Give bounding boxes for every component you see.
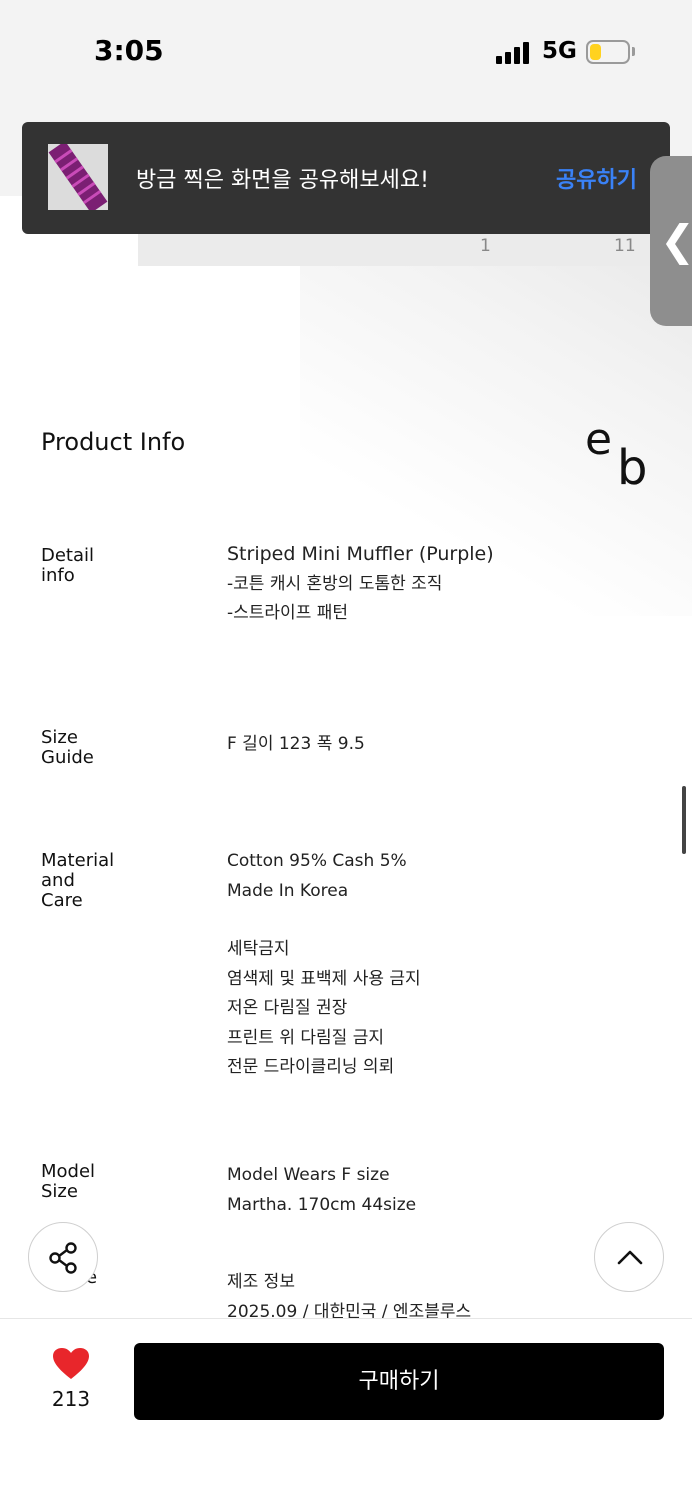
brand-logo: e b <box>585 414 655 498</box>
value-line: 세탁금지 <box>227 939 290 959</box>
screenshot-thumbnail <box>48 144 108 210</box>
value-line: 저온 다림질 권장 <box>227 998 348 1018</box>
battery-icon <box>586 40 630 64</box>
value-line: -코튼 캐시 혼방의 도톰한 조직 <box>227 573 443 594</box>
heart-icon <box>53 1348 89 1379</box>
label-line: Guide <box>41 747 94 768</box>
material-care-label: Material and Care <box>41 851 161 911</box>
tab-count: 11 <box>614 236 636 256</box>
like-count: 213 <box>51 1387 91 1411</box>
detail-info-label: Detail info <box>41 546 161 586</box>
scrollbar[interactable] <box>682 786 686 854</box>
value-line: Martha. 170cm 44size <box>227 1194 417 1215</box>
like-button[interactable]: 213 <box>40 1347 102 1417</box>
value-line: Model Wears F size <box>227 1165 390 1185</box>
battery-level <box>590 44 601 60</box>
label-line: Model <box>41 1161 96 1182</box>
label-line: Size <box>41 1181 78 1202</box>
value-line: 프린트 위 다림질 금지 <box>227 1027 384 1048</box>
share-fab-button[interactable] <box>28 1222 98 1292</box>
material-care-value: Cotton 95% Cash 5% Made In Korea 세탁금지 염색… <box>227 847 667 1083</box>
brand-logo-b: b <box>617 440 648 496</box>
label-line: Detail <box>41 545 95 566</box>
value-line: F 길이 123 폭 9.5 <box>227 734 365 754</box>
share-button[interactable]: 공유하기 <box>556 162 637 194</box>
status-time: 3:05 <box>94 34 164 67</box>
scroll-top-button[interactable] <box>594 1222 664 1292</box>
label-line: info <box>41 565 75 586</box>
value-line: 염색제 및 표백제 사용 금지 <box>227 968 421 989</box>
label-line: and <box>41 870 75 891</box>
chevron-up-icon <box>617 1250 643 1265</box>
chevron-left-icon: ❮ <box>660 216 692 265</box>
value-line: 전문 드라이클리닝 의뢰 <box>227 1057 395 1077</box>
value-spacer <box>227 906 667 935</box>
label-line: Material <box>41 850 115 871</box>
label-line: Care <box>41 890 83 911</box>
tab-count: 1 <box>480 236 491 256</box>
value-line: Made In Korea <box>227 880 349 901</box>
label-line: e <box>86 1267 98 1288</box>
size-guide-label: Size Guide <box>41 728 161 768</box>
share-message: 방금 찍은 화면을 공유해보세요! <box>136 168 429 193</box>
label-line: Size <box>41 727 78 748</box>
share-screenshot-banner[interactable]: 방금 찍은 화면을 공유해보세요! 공유하기 <box>22 122 670 234</box>
side-panel-handle[interactable]: ❮ <box>650 156 692 326</box>
cellular-signal-icon <box>496 42 532 64</box>
share-icon <box>49 1242 77 1274</box>
network-type: 5G <box>542 38 577 64</box>
product-name: Striped Mini Muffler (Purple) <box>227 543 494 565</box>
value-line: Cotton 95% Cash 5% <box>227 851 407 871</box>
model-size-label: Model Size <box>41 1162 161 1202</box>
brand-logo-e: e <box>585 414 613 465</box>
manufacture-label: e <box>86 1268 206 1288</box>
bottom-action-bar: 213 구매하기 <box>0 1318 692 1500</box>
size-guide-value: F 길이 123 폭 9.5 <box>227 730 667 760</box>
buy-button[interactable]: 구매하기 <box>134 1343 664 1420</box>
model-size-value: Model Wears F size Martha. 170cm 44size <box>227 1161 667 1220</box>
detail-info-value: Striped Mini Muffler (Purple) -코튼 캐시 혼방의… <box>227 540 667 629</box>
battery-tip <box>632 47 635 56</box>
value-line: -스트라이프 패턴 <box>227 603 349 623</box>
product-info-title: Product Info <box>41 428 186 456</box>
